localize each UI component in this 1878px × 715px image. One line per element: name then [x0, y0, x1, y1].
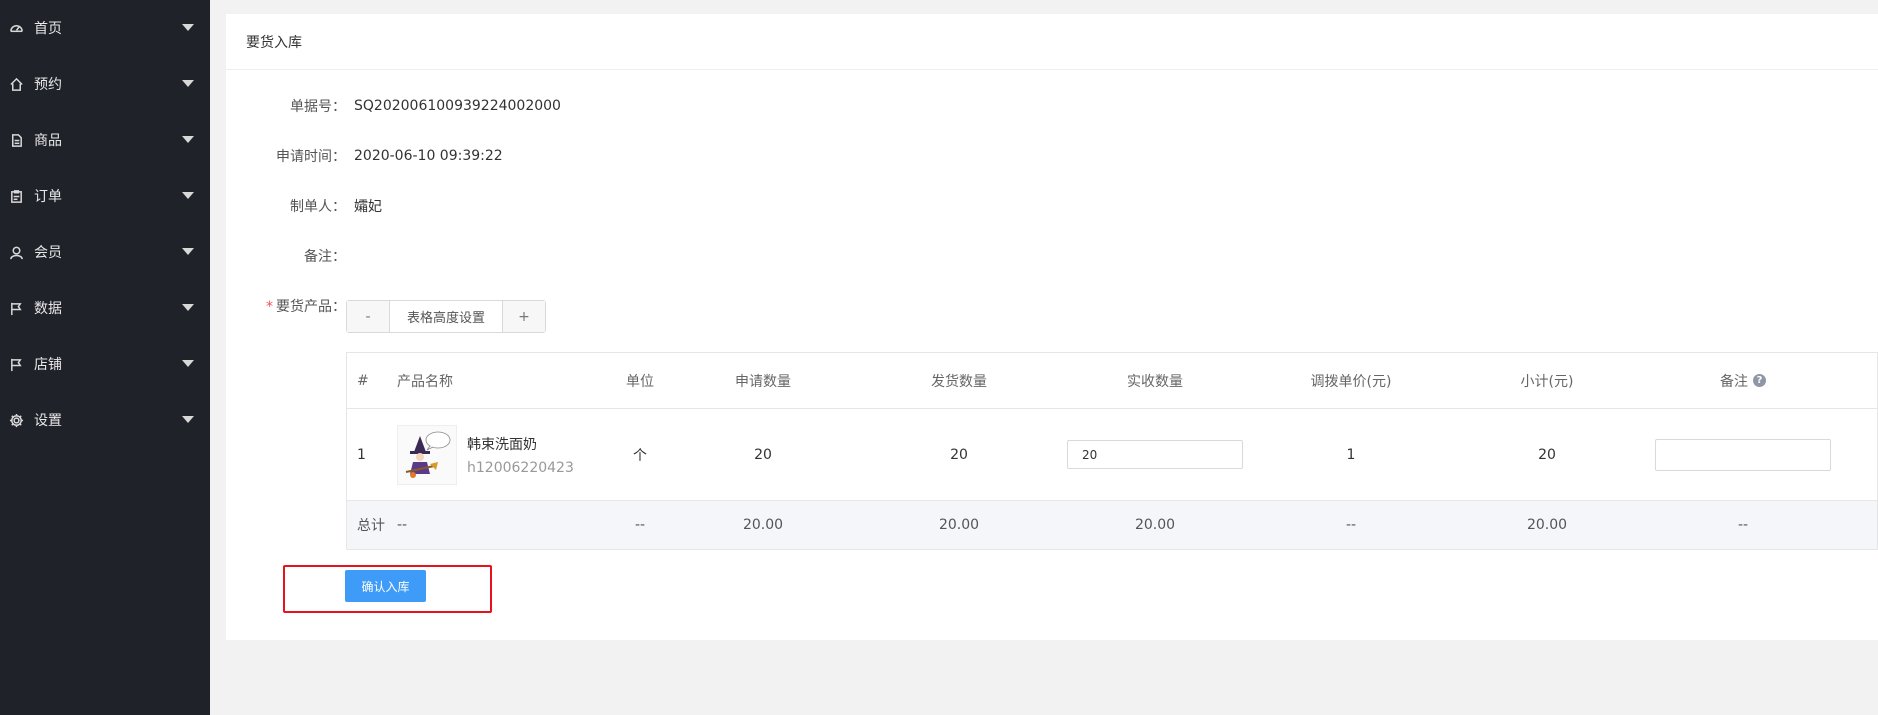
total-unit: --	[634, 517, 646, 533]
creator-row: 制单人 ： 孀妃	[226, 194, 1426, 218]
order-no-label: 单据号	[290, 99, 332, 115]
sidebar-item-label: 数据	[34, 301, 62, 317]
header-note: 备注 ?	[1645, 371, 1841, 391]
total-label: 总计	[357, 518, 385, 534]
sidebar-item-label: 商品	[34, 133, 62, 149]
colon: ：	[332, 299, 346, 315]
document-icon	[8, 132, 24, 148]
order-no-value: SQ202006100939224002000	[354, 98, 561, 114]
chevron-down-icon	[182, 248, 194, 255]
header-unit: 单位	[626, 373, 654, 390]
products-label: * 要货产品	[226, 296, 332, 316]
order-no-row: 单据号 ： SQ202006100939224002000	[226, 94, 1426, 118]
chevron-down-icon	[182, 416, 194, 423]
sidebar-item-label: 店铺	[34, 357, 62, 373]
row-apply-qty: 20	[754, 446, 772, 463]
sidebar-item-label: 首页	[34, 21, 62, 37]
sidebar-item-products[interactable]: 商品	[0, 112, 210, 168]
note-input[interactable]	[1655, 438, 1831, 471]
row-unit: 个	[633, 447, 647, 464]
chevron-down-icon	[182, 304, 194, 311]
product-code: h12006220423	[467, 459, 574, 476]
apply-time-label: 申请时间	[276, 149, 332, 165]
row-unit-price: 1	[1346, 446, 1356, 463]
table-row: 1 韩束洗面奶 h12006220423 个 20 20 20 1 20	[347, 409, 1877, 501]
help-icon[interactable]: ?	[1753, 374, 1766, 387]
row-recv-qty-cell	[1057, 440, 1253, 469]
increase-height-button[interactable]: +	[503, 301, 545, 332]
flag-icon	[8, 300, 24, 316]
page-title: 要货入库	[226, 14, 1878, 70]
product-name: 韩束洗面奶	[467, 436, 537, 453]
clipboard-icon	[8, 188, 24, 204]
table-header-row: # 产品名称 单位 申请数量 发货数量 实收数量 调拨单价(元) 小计(元) 备…	[347, 353, 1877, 409]
total-subtotal: 20.00	[1526, 517, 1568, 533]
sidebar-item-label: 设置	[34, 413, 62, 429]
products-table: # 产品名称 单位 申请数量 发货数量 实收数量 调拨单价(元) 小计(元) 备…	[346, 352, 1878, 550]
sidebar-item-label: 订单	[34, 189, 62, 205]
colon: ：	[332, 199, 346, 215]
creator-value: 孀妃	[354, 199, 382, 215]
sidebar-item-booking[interactable]: 预约	[0, 56, 210, 112]
sidebar-item-data[interactable]: 数据	[0, 280, 210, 336]
chevron-down-icon	[182, 24, 194, 31]
chevron-down-icon	[182, 360, 194, 367]
user-icon	[8, 244, 24, 260]
dashboard-icon	[8, 20, 24, 36]
colon: ：	[332, 149, 346, 165]
total-note: --	[1737, 517, 1749, 533]
flag-icon	[8, 356, 24, 372]
sidebar-item-orders[interactable]: 订单	[0, 168, 210, 224]
sidebar: 首页 预约 商品 订单 会员 数据 店铺 设置	[0, 0, 210, 715]
confirm-stock-in-button[interactable]: 确认入库	[345, 570, 426, 602]
sidebar-item-settings[interactable]: 设置	[0, 392, 210, 448]
total-apply-qty: 20.00	[742, 517, 784, 533]
decrease-height-button[interactable]: -	[347, 301, 389, 332]
header-unit-price: 调拨单价(元)	[1310, 373, 1392, 390]
total-name: --	[397, 517, 408, 533]
table-height-stepper: - 表格高度设置 +	[346, 300, 546, 333]
remark-label: 备注	[304, 249, 332, 265]
remark-row: 备注 ：	[226, 244, 1426, 268]
product-thumbnail	[397, 424, 457, 485]
home-icon	[8, 76, 24, 92]
row-index: 1	[357, 446, 366, 463]
total-unit-price: --	[1345, 517, 1357, 533]
sidebar-item-label: 会员	[34, 245, 62, 261]
chevron-down-icon	[182, 136, 194, 143]
header-apply-qty: 申请数量	[735, 373, 791, 390]
row-ship-qty: 20	[950, 446, 968, 463]
creator-label: 制单人	[290, 199, 332, 215]
product-text: 韩束洗面奶 h12006220423	[467, 434, 574, 476]
apply-time-value: 2020-06-10 09:39:22	[354, 148, 503, 164]
sidebar-item-home-page[interactable]: 首页	[0, 0, 210, 56]
total-ship-qty: 20.00	[938, 517, 980, 533]
products-label-text: 要货产品	[276, 299, 332, 315]
row-subtotal: 20	[1538, 446, 1556, 463]
sidebar-item-store[interactable]: 店铺	[0, 336, 210, 392]
sidebar-item-members[interactable]: 会员	[0, 224, 210, 280]
colon: ：	[332, 249, 346, 265]
header-recv-qty: 实收数量	[1127, 373, 1183, 390]
apply-time-row: 申请时间 ： 2020-06-10 09:39:22	[226, 144, 1426, 168]
required-asterisk: *	[266, 299, 273, 315]
colon: ：	[332, 99, 346, 115]
header-subtotal: 小计(元)	[1520, 373, 1574, 390]
table-height-label: 表格高度设置	[389, 301, 503, 332]
header-index: #	[357, 372, 369, 389]
gear-icon	[8, 412, 24, 428]
header-note-label: 备注	[1720, 373, 1748, 390]
witch-image-icon	[405, 431, 451, 478]
chevron-down-icon	[182, 192, 194, 199]
header-product-name: 产品名称	[397, 373, 453, 390]
sidebar-item-label: 预约	[34, 77, 62, 93]
header-ship-qty: 发货数量	[931, 373, 987, 390]
recv-qty-input[interactable]	[1067, 440, 1243, 469]
row-note-cell	[1645, 438, 1841, 471]
table-total-row: 总计 -- -- 20.00 20.00 20.00 -- 20.00 --	[347, 501, 1877, 549]
chevron-down-icon	[182, 80, 194, 87]
total-recv-qty: 20.00	[1134, 517, 1176, 533]
main-card: 要货入库 单据号 ： SQ202006100939224002000 申请时间 …	[226, 14, 1878, 640]
row-product: 韩束洗面奶 h12006220423	[397, 424, 615, 485]
